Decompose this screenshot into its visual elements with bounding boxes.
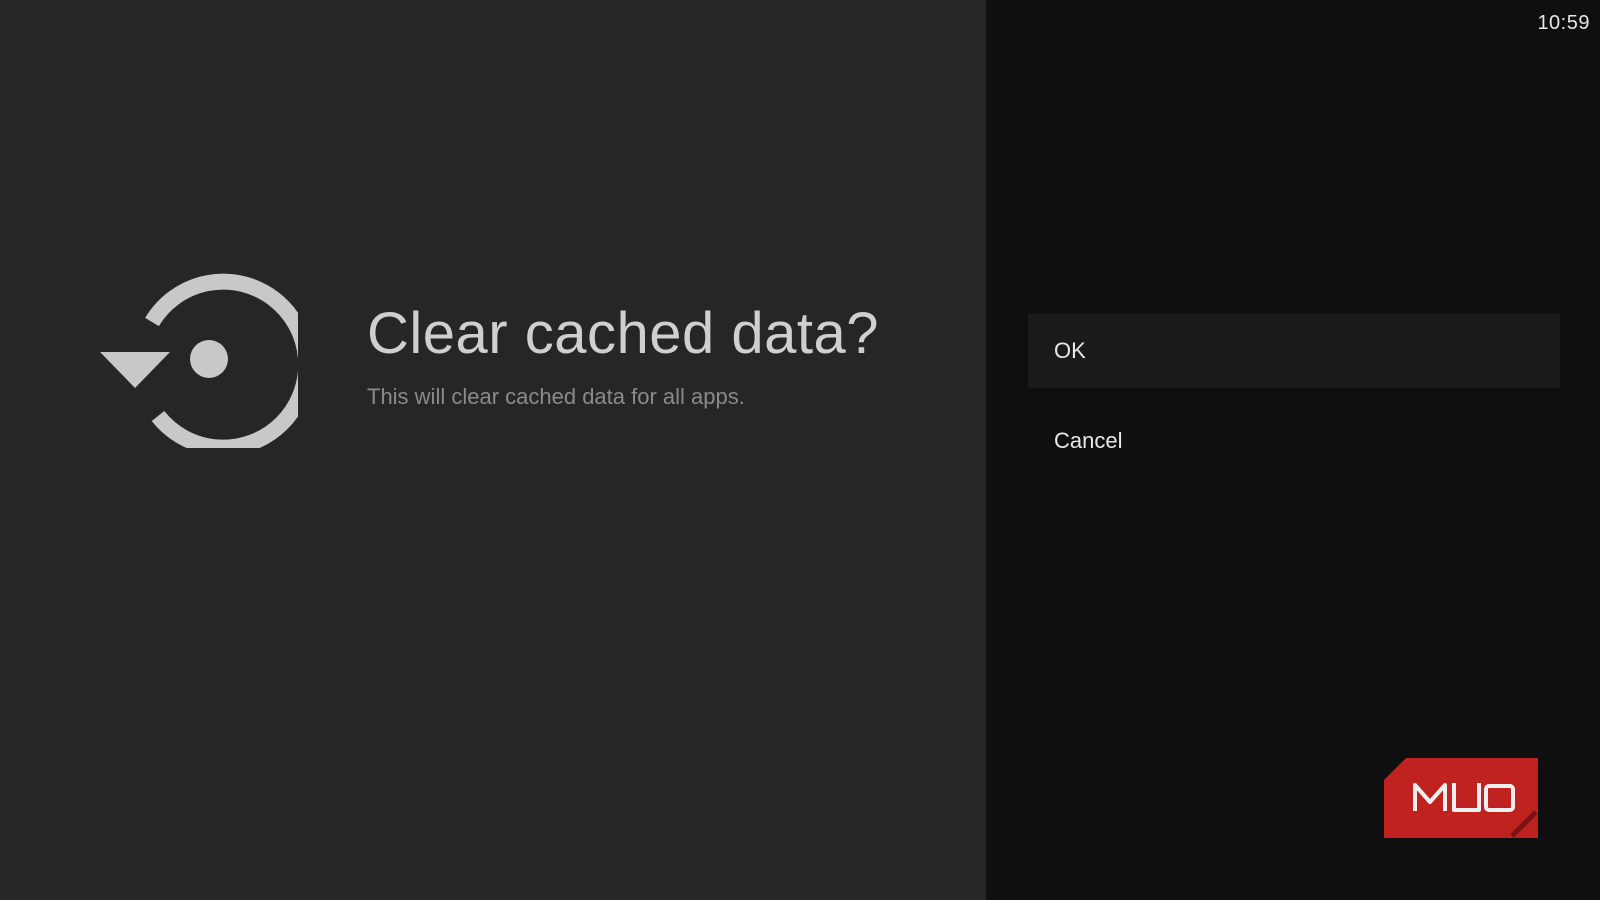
dialog-description: This will clear cached data for all apps… (367, 384, 745, 409)
muo-watermark-logo (1384, 758, 1538, 838)
dialog-info-panel: Clear cached data? This will clear cache… (0, 0, 986, 900)
ok-button-label: OK (1054, 338, 1086, 363)
dialog-title: Clear cached data? (367, 301, 879, 366)
restore-clock-icon (100, 273, 298, 448)
ok-button[interactable]: OK (1028, 314, 1560, 388)
cancel-button-label: Cancel (1054, 428, 1123, 453)
cancel-button[interactable]: Cancel (1028, 404, 1560, 478)
status-clock: 10:59 (1537, 12, 1590, 34)
screen: Clear cached data? This will clear cache… (0, 0, 1600, 900)
